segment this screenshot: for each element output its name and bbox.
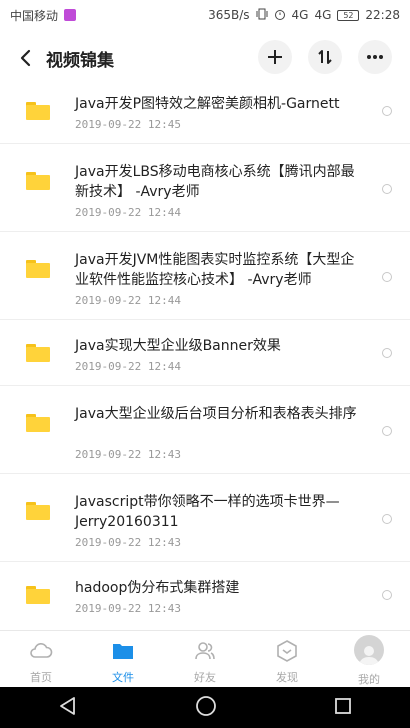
net-speed: 365B/s	[208, 8, 250, 22]
list-item[interactable]: Javascript带你领略不一样的选项卡世界—Jerry20160311 20…	[0, 474, 410, 562]
back-arrow-icon	[20, 49, 31, 67]
tab-home[interactable]: 首页	[0, 631, 82, 687]
file-date: 2019-09-22 12:43	[75, 602, 181, 615]
system-nav-bar	[0, 687, 410, 728]
select-radio[interactable]	[382, 184, 392, 194]
cloud-icon	[30, 643, 53, 658]
tab-label: 文件	[112, 671, 134, 684]
add-button[interactable]	[258, 40, 292, 74]
file-name: Java开发LBS移动电商核心系统【腾讯内部最新技术】 -Avry老师	[75, 164, 355, 200]
more-dots-icon	[367, 55, 383, 59]
file-name: Javascript带你领略不一样的选项卡世界—Jerry20160311	[75, 494, 340, 530]
tab-label: 我的	[358, 673, 380, 686]
file-name: Java开发JVM性能图表实时监控系统【大型企业软件性能监控核心技术】 -Avr…	[75, 252, 355, 288]
file-date: 2019-09-22 12:43	[75, 448, 181, 461]
alarm-icon	[274, 8, 286, 23]
vibrate-icon	[256, 8, 268, 23]
page-title: 视频锦集	[46, 50, 114, 71]
file-name: hadoop伪分布式集群搭建	[75, 580, 240, 596]
clock: 22:28	[365, 8, 400, 22]
select-radio[interactable]	[382, 272, 392, 282]
folder-icon	[26, 414, 50, 432]
sort-button[interactable]	[308, 40, 342, 74]
file-date: 2019-09-22 12:44	[75, 206, 181, 219]
list-item[interactable]: Java开发JVM性能图表实时监控系统【大型企业软件性能监控核心技术】 -Avr…	[0, 232, 410, 320]
tab-friends[interactable]: 好友	[164, 631, 246, 687]
nav-recents-icon[interactable]	[334, 697, 352, 719]
file-name: Java大型企业级后台项目分析和表格表头排序	[75, 406, 357, 422]
carrier-label: 中国移动	[10, 8, 59, 23]
status-bar: 中国移动 365B/s 4G 4G 52 22:28	[0, 0, 410, 30]
notification-app-icon	[64, 9, 77, 21]
folder-icon	[113, 644, 133, 659]
more-button[interactable]	[358, 40, 392, 74]
nav-home-icon[interactable]	[195, 695, 217, 721]
tab-label: 发现	[276, 671, 298, 684]
battery-level: 52	[343, 10, 354, 20]
file-name: Java开发P图特效之解密美颜相机-Garnett	[75, 96, 340, 112]
plus-icon	[268, 50, 282, 64]
file-date: 2019-09-22 12:43	[75, 536, 181, 549]
file-date: 2019-09-22 12:44	[75, 360, 181, 373]
tab-label: 好友	[194, 671, 216, 684]
list-item[interactable]: Java实现大型企业级Banner效果 2019-09-22 12:44	[0, 320, 410, 386]
list-item[interactable]: Java开发P图特效之解密美颜相机-Garnett 2019-09-22 12:…	[0, 86, 410, 144]
tab-label: 首页	[30, 671, 52, 684]
app-header: 视频锦集	[0, 36, 410, 80]
status-right: 365B/s 4G 4G 52 22:28	[208, 8, 400, 23]
friends-icon	[195, 642, 215, 660]
folder-icon	[26, 344, 50, 362]
folder-icon	[26, 586, 50, 604]
select-radio[interactable]	[382, 426, 392, 436]
folder-icon	[26, 260, 50, 278]
folder-icon	[26, 172, 50, 190]
back-button[interactable]	[6, 38, 46, 78]
tab-me[interactable]: 我的	[328, 631, 410, 687]
status-left: 中国移动	[10, 7, 77, 24]
header-actions	[258, 40, 392, 74]
tab-files[interactable]: 文件	[82, 631, 164, 687]
network-label-1: 4G	[291, 8, 309, 22]
file-name: Java实现大型企业级Banner效果	[75, 338, 281, 354]
avatar	[354, 635, 384, 665]
folder-icon	[26, 502, 50, 520]
select-radio[interactable]	[382, 106, 392, 116]
discover-icon	[277, 640, 297, 662]
tab-discover[interactable]: 发现	[246, 631, 328, 687]
nav-back-icon[interactable]	[58, 696, 78, 720]
file-date: 2019-09-22 12:44	[75, 294, 181, 307]
list-item[interactable]: Java开发LBS移动电商核心系统【腾讯内部最新技术】 -Avry老师 2019…	[0, 144, 410, 232]
select-radio[interactable]	[382, 514, 392, 524]
network-label-2: 4G	[314, 8, 332, 22]
sort-icon	[318, 50, 332, 64]
file-date: 2019-09-22 12:45	[75, 118, 181, 131]
list-item[interactable]: Java大型企业级后台项目分析和表格表头排序 2019-09-22 12:43	[0, 386, 410, 474]
file-list: Java开发P图特效之解密美颜相机-Garnett 2019-09-22 12:…	[0, 86, 410, 630]
folder-icon	[26, 102, 50, 120]
select-radio[interactable]	[382, 590, 392, 600]
bottom-tab-bar: 首页 文件 好友 发现 我的	[0, 630, 410, 687]
battery-icon: 52	[337, 9, 360, 21]
list-item[interactable]: hadoop伪分布式集群搭建 2019-09-22 12:43	[0, 562, 410, 630]
select-radio[interactable]	[382, 348, 392, 358]
